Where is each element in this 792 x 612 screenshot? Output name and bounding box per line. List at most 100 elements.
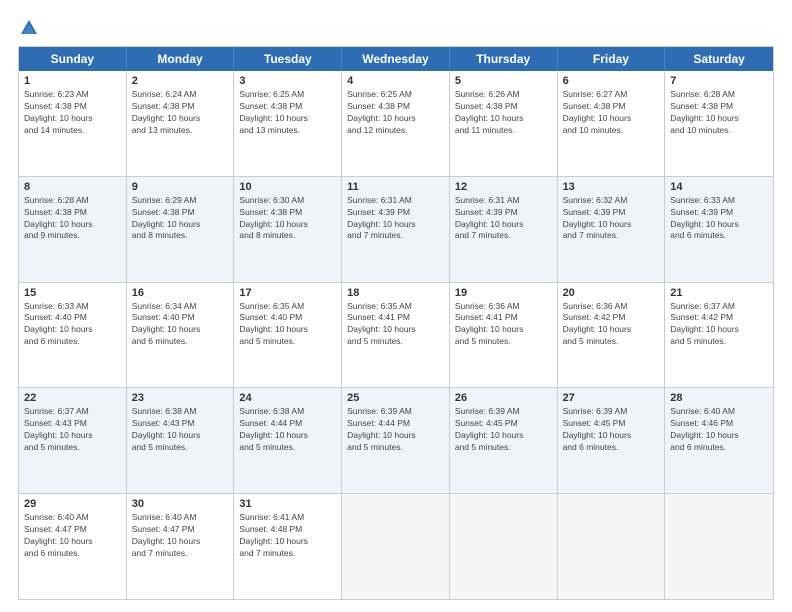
day-info: Sunrise: 6:23 AM Sunset: 4:38 PM Dayligh… (24, 89, 121, 137)
calendar-row-4: 22 Sunrise: 6:37 AM Sunset: 4:43 PM Dayli… (19, 388, 773, 494)
header-day-monday: Monday (127, 47, 235, 71)
day-cell-16: 16 Sunrise: 6:34 AM Sunset: 4:40 PM Dayli… (127, 283, 235, 388)
calendar-row-5: 29 Sunrise: 6:40 AM Sunset: 4:47 PM Dayli… (19, 494, 773, 599)
day-info: Sunrise: 6:24 AM Sunset: 4:38 PM Dayligh… (132, 89, 229, 137)
page: SundayMondayTuesdayWednesdayThursdayFrid… (0, 0, 792, 612)
calendar: SundayMondayTuesdayWednesdayThursdayFrid… (18, 46, 774, 600)
day-cell-14: 14 Sunrise: 6:33 AM Sunset: 4:39 PM Dayli… (665, 177, 773, 282)
day-info: Sunrise: 6:31 AM Sunset: 4:39 PM Dayligh… (347, 195, 444, 243)
day-info: Sunrise: 6:25 AM Sunset: 4:38 PM Dayligh… (347, 89, 444, 137)
day-info: Sunrise: 6:37 AM Sunset: 4:42 PM Dayligh… (670, 301, 768, 349)
day-number: 20 (563, 287, 660, 299)
day-number: 23 (132, 392, 229, 404)
day-number: 3 (239, 75, 336, 87)
day-info: Sunrise: 6:28 AM Sunset: 4:38 PM Dayligh… (24, 195, 121, 243)
day-cell-13: 13 Sunrise: 6:32 AM Sunset: 4:39 PM Dayli… (558, 177, 666, 282)
day-number: 22 (24, 392, 121, 404)
day-number: 5 (455, 75, 552, 87)
day-number: 25 (347, 392, 444, 404)
day-cell-3: 3 Sunrise: 6:25 AM Sunset: 4:38 PM Daylig… (234, 71, 342, 176)
day-number: 16 (132, 287, 229, 299)
day-cell-6: 6Sunrise: 6:27 AM Sunset: 4:38 PM Daylig… (558, 71, 666, 176)
day-info: Sunrise: 6:41 AM Sunset: 4:48 PM Dayligh… (239, 512, 336, 560)
day-info: Sunrise: 6:33 AM Sunset: 4:40 PM Dayligh… (24, 301, 121, 349)
day-number: 2 (132, 75, 229, 87)
day-cell-9: 9Sunrise: 6:29 AM Sunset: 4:38 PM Daylig… (127, 177, 235, 282)
day-cell-7: 7 Sunrise: 6:28 AM Sunset: 4:38 PM Daylig… (665, 71, 773, 176)
day-cell-17: 17 Sunrise: 6:35 AM Sunset: 4:40 PM Dayli… (234, 283, 342, 388)
day-number: 1 (24, 75, 121, 87)
day-number: 12 (455, 181, 552, 193)
day-number: 28 (670, 392, 768, 404)
day-number: 31 (239, 498, 336, 510)
day-cell-25: 25 Sunrise: 6:39 AM Sunset: 4:44 PM Dayli… (342, 388, 450, 493)
header (18, 18, 774, 38)
day-number: 13 (563, 181, 660, 193)
day-number: 11 (347, 181, 444, 193)
day-cell-31: 31 Sunrise: 6:41 AM Sunset: 4:48 PM Dayli… (234, 494, 342, 599)
calendar-header: SundayMondayTuesdayWednesdayThursdayFrid… (19, 47, 773, 71)
day-number: 19 (455, 287, 552, 299)
day-number: 26 (455, 392, 552, 404)
day-cell-19: 19 Sunrise: 6:36 AM Sunset: 4:41 PM Dayli… (450, 283, 558, 388)
day-info: Sunrise: 6:39 AM Sunset: 4:45 PM Dayligh… (563, 406, 660, 454)
header-day-friday: Friday (558, 47, 666, 71)
logo-text (18, 18, 40, 38)
day-info: Sunrise: 6:39 AM Sunset: 4:44 PM Dayligh… (347, 406, 444, 454)
empty-cell-4-4 (450, 494, 558, 599)
day-cell-29: 29Sunrise: 6:40 AM Sunset: 4:47 PM Dayli… (19, 494, 127, 599)
header-day-thursday: Thursday (450, 47, 558, 71)
day-cell-27: 27Sunrise: 6:39 AM Sunset: 4:45 PM Dayli… (558, 388, 666, 493)
day-cell-28: 28Sunrise: 6:40 AM Sunset: 4:46 PM Dayli… (665, 388, 773, 493)
day-cell-22: 22 Sunrise: 6:37 AM Sunset: 4:43 PM Dayli… (19, 388, 127, 493)
day-number: 21 (670, 287, 768, 299)
day-number: 17 (239, 287, 336, 299)
day-cell-15: 15 Sunrise: 6:33 AM Sunset: 4:40 PM Dayli… (19, 283, 127, 388)
day-number: 24 (239, 392, 336, 404)
day-cell-24: 24 Sunrise: 6:38 AM Sunset: 4:44 PM Dayli… (234, 388, 342, 493)
day-info: Sunrise: 6:28 AM Sunset: 4:38 PM Dayligh… (670, 89, 768, 137)
day-info: Sunrise: 6:35 AM Sunset: 4:41 PM Dayligh… (347, 301, 444, 349)
day-cell-30: 30 Sunrise: 6:40 AM Sunset: 4:47 PM Dayli… (127, 494, 235, 599)
header-day-wednesday: Wednesday (342, 47, 450, 71)
day-info: Sunrise: 6:37 AM Sunset: 4:43 PM Dayligh… (24, 406, 121, 454)
day-number: 14 (670, 181, 768, 193)
day-cell-4: 4Sunrise: 6:25 AM Sunset: 4:38 PM Daylig… (342, 71, 450, 176)
calendar-row-2: 8 Sunrise: 6:28 AM Sunset: 4:38 PM Daylig… (19, 177, 773, 283)
calendar-body: 1 Sunrise: 6:23 AM Sunset: 4:38 PM Daylig… (19, 71, 773, 599)
day-cell-18: 18Sunrise: 6:35 AM Sunset: 4:41 PM Dayli… (342, 283, 450, 388)
day-number: 8 (24, 181, 121, 193)
day-info: Sunrise: 6:33 AM Sunset: 4:39 PM Dayligh… (670, 195, 768, 243)
day-cell-10: 10Sunrise: 6:30 AM Sunset: 4:38 PM Dayli… (234, 177, 342, 282)
day-cell-26: 26Sunrise: 6:39 AM Sunset: 4:45 PM Dayli… (450, 388, 558, 493)
day-number: 15 (24, 287, 121, 299)
day-info: Sunrise: 6:27 AM Sunset: 4:38 PM Dayligh… (563, 89, 660, 137)
day-number: 30 (132, 498, 229, 510)
day-info: Sunrise: 6:32 AM Sunset: 4:39 PM Dayligh… (563, 195, 660, 243)
header-day-sunday: Sunday (19, 47, 127, 71)
day-info: Sunrise: 6:29 AM Sunset: 4:38 PM Dayligh… (132, 195, 229, 243)
day-info: Sunrise: 6:34 AM Sunset: 4:40 PM Dayligh… (132, 301, 229, 349)
empty-cell-4-6 (665, 494, 773, 599)
day-cell-11: 11 Sunrise: 6:31 AM Sunset: 4:39 PM Dayli… (342, 177, 450, 282)
day-info: Sunrise: 6:25 AM Sunset: 4:38 PM Dayligh… (239, 89, 336, 137)
day-info: Sunrise: 6:36 AM Sunset: 4:41 PM Dayligh… (455, 301, 552, 349)
header-day-saturday: Saturday (665, 47, 773, 71)
day-info: Sunrise: 6:26 AM Sunset: 4:38 PM Dayligh… (455, 89, 552, 137)
day-cell-23: 23 Sunrise: 6:38 AM Sunset: 4:43 PM Dayli… (127, 388, 235, 493)
day-info: Sunrise: 6:35 AM Sunset: 4:40 PM Dayligh… (239, 301, 336, 349)
day-info: Sunrise: 6:40 AM Sunset: 4:47 PM Dayligh… (132, 512, 229, 560)
logo (18, 18, 40, 38)
day-number: 29 (24, 498, 121, 510)
day-info: Sunrise: 6:38 AM Sunset: 4:44 PM Dayligh… (239, 406, 336, 454)
day-cell-20: 20 Sunrise: 6:36 AM Sunset: 4:42 PM Dayli… (558, 283, 666, 388)
day-info: Sunrise: 6:31 AM Sunset: 4:39 PM Dayligh… (455, 195, 552, 243)
logo-icon (19, 18, 39, 38)
day-info: Sunrise: 6:36 AM Sunset: 4:42 PM Dayligh… (563, 301, 660, 349)
day-cell-12: 12 Sunrise: 6:31 AM Sunset: 4:39 PM Dayli… (450, 177, 558, 282)
day-number: 7 (670, 75, 768, 87)
day-cell-2: 2 Sunrise: 6:24 AM Sunset: 4:38 PM Daylig… (127, 71, 235, 176)
day-cell-8: 8 Sunrise: 6:28 AM Sunset: 4:38 PM Daylig… (19, 177, 127, 282)
day-info: Sunrise: 6:38 AM Sunset: 4:43 PM Dayligh… (132, 406, 229, 454)
day-info: Sunrise: 6:30 AM Sunset: 4:38 PM Dayligh… (239, 195, 336, 243)
